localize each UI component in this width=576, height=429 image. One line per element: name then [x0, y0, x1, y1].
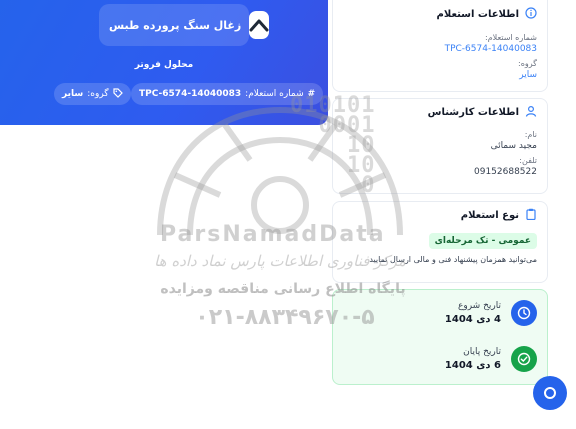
expert-name-label: نام: — [524, 130, 537, 139]
check-circle-icon — [511, 346, 537, 372]
info-icon — [525, 6, 537, 22]
inquiry-info-card: اطلاعات استعلام شماره استعلام: TPC-6574-… — [332, 0, 548, 92]
dates-card: تاریخ شروع 4 دی 1404 تاریخ پایان 6 دی 14… — [332, 289, 548, 385]
inquiry-type-heading: نوع استعلام — [460, 209, 519, 221]
group-chip: گروه: سایر — [54, 83, 131, 105]
hash-icon: # — [307, 89, 316, 99]
group-chip-value: سایر — [62, 89, 84, 99]
group-value: سایر — [519, 70, 537, 80]
end-date-value: 6 دی 1404 — [444, 360, 501, 371]
start-date-row: تاریخ شروع 4 دی 1404 — [333, 290, 547, 336]
expert-info-card: اطلاعات کارشناس نام: مجید سمائی تلفن: 09… — [332, 98, 548, 194]
end-date-row: تاریخ پایان 6 دی 1404 — [333, 336, 547, 382]
company-logo-icon — [249, 11, 270, 39]
support-button[interactable] — [533, 376, 567, 410]
group-chip-label: گروه: — [87, 89, 109, 99]
inquiry-subtitle: محلول فروتر — [134, 60, 194, 70]
expert-name-value: مجید سمائی — [490, 141, 537, 151]
clipboard-icon — [525, 208, 537, 223]
inquiry-number-chip: # شماره استعلام: TPC-6574-14040083 — [131, 83, 324, 105]
expert-info-heading: اطلاعات کارشناس — [427, 106, 519, 118]
start-date-label: تاریخ شروع — [458, 301, 501, 311]
end-date-label: تاریخ پایان — [463, 347, 501, 357]
inquiry-number-chip-value: TPC-6574-14040083 — [139, 89, 242, 99]
inquiry-header-card: زغال سنگ پرورده طبس محلول فروتر # شماره … — [0, 0, 328, 125]
tag-icon — [112, 87, 123, 101]
inquiry-type-note: می‌توانید همزمان پیشنهاد فنی و مالی ارسا… — [369, 255, 537, 264]
group-label: گروه: — [518, 59, 537, 68]
company-title-box: زغال سنگ پرورده طبس — [99, 4, 270, 46]
inquiry-number-chip-label: شماره استعلام: — [245, 89, 304, 99]
start-date-value: 4 دی 1404 — [444, 314, 501, 325]
inquiry-number-label: شماره استعلام: — [485, 33, 537, 42]
company-title: زغال سنگ پرورده طبس — [109, 18, 242, 32]
inquiry-type-card: نوع استعلام عمومی - تک مرحله‌ای می‌توانی… — [332, 201, 548, 283]
expert-phone-value[interactable]: 09152688522 — [343, 167, 537, 177]
clock-icon — [511, 300, 537, 326]
inquiry-number-value: TPC-6574-14040083 — [444, 44, 537, 54]
expert-phone-label: تلفن: — [519, 156, 537, 165]
inquiry-type-tag: عمومی - تک مرحله‌ای — [428, 233, 537, 249]
user-icon — [525, 105, 537, 120]
inquiry-info-heading: اطلاعات استعلام — [436, 8, 519, 20]
